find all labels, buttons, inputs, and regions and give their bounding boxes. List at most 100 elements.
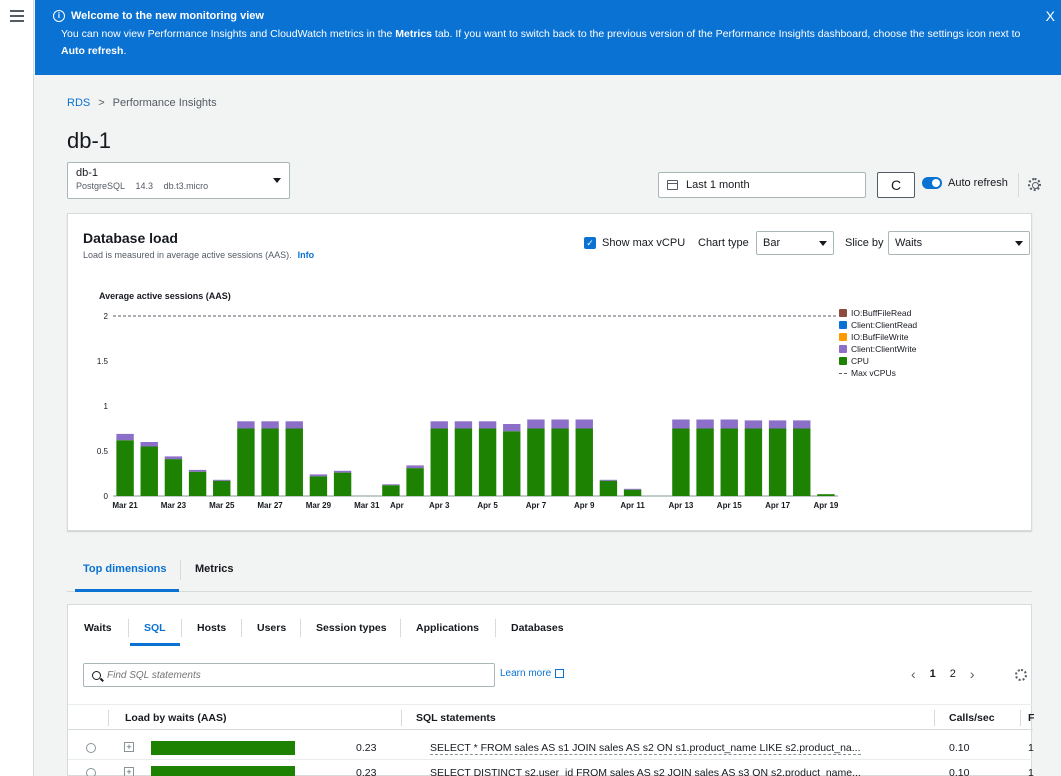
db-engine: PostgreSQL bbox=[76, 181, 126, 191]
db-version: 14.3 bbox=[135, 181, 154, 191]
prev-page-icon[interactable]: ‹ bbox=[911, 666, 916, 682]
calendar-icon bbox=[667, 180, 678, 190]
x-tick-label: Mar 23 bbox=[161, 501, 187, 510]
bar-cpu bbox=[768, 428, 787, 496]
row-radio[interactable] bbox=[86, 743, 96, 753]
bar-client-clientwrite bbox=[744, 420, 763, 429]
bar-client-clientwrite bbox=[333, 470, 352, 473]
breadcrumb: RDS > Performance Insights bbox=[67, 97, 217, 109]
header-extra[interactable]: F bbox=[1028, 712, 1034, 724]
subtab-sql[interactable]: SQL bbox=[144, 622, 166, 634]
time-range-value: Last 1 month bbox=[686, 179, 750, 191]
expand-icon[interactable]: + bbox=[124, 742, 134, 752]
legend-label: Client:ClientWrite bbox=[851, 344, 917, 354]
subtab-divider bbox=[300, 619, 301, 637]
page-1[interactable]: 1 bbox=[930, 668, 936, 680]
db-instance-meta: PostgreSQL 14.3 db.t3.micro bbox=[76, 181, 281, 191]
subtab-session-types[interactable]: Session types bbox=[316, 622, 387, 634]
breadcrumb-current: Performance Insights bbox=[112, 97, 217, 109]
legend-label: CPU bbox=[851, 356, 869, 366]
banner-message-metrics: Metrics bbox=[395, 28, 432, 40]
legend-swatch bbox=[839, 333, 847, 341]
bar-client-clientwrite bbox=[285, 421, 303, 429]
banner-title: Welcome to the new monitoring view bbox=[71, 10, 264, 22]
learn-more-link[interactable]: Learn more bbox=[500, 668, 565, 679]
menu-icon[interactable] bbox=[10, 10, 24, 22]
bar-cpu bbox=[333, 472, 352, 496]
bar-cpu bbox=[430, 428, 448, 496]
legend-swatch bbox=[839, 321, 847, 329]
y-tick-label: 2 bbox=[104, 312, 109, 321]
header-sql[interactable]: SQL statements bbox=[416, 712, 496, 724]
bar-client-clientwrite bbox=[793, 420, 811, 429]
bar-client-clientwrite bbox=[503, 424, 521, 432]
table-row[interactable]: + 0.23 SELECT DISTINCT s2.user_id FROM s… bbox=[68, 761, 1034, 776]
x-tick-label: Apr 5 bbox=[477, 501, 498, 510]
bar-cpu bbox=[309, 476, 328, 496]
y-tick-label: 1 bbox=[104, 402, 109, 411]
bar-client-clientwrite bbox=[551, 419, 569, 429]
chart-legend: IO:BuffFileRead Client:ClientRead IO:BufFi… bbox=[839, 307, 917, 379]
tab-top-dimensions[interactable]: Top dimensions bbox=[83, 563, 167, 575]
legend-dash-icon bbox=[839, 372, 847, 374]
y-tick-label: 0.5 bbox=[97, 447, 109, 456]
bar-client-clientwrite bbox=[720, 419, 738, 429]
bar-cpu bbox=[164, 459, 183, 496]
page-2[interactable]: 2 bbox=[950, 668, 956, 680]
subtab-databases[interactable]: Databases bbox=[511, 622, 564, 634]
banner-message-auto-refresh: Auto refresh bbox=[61, 45, 124, 57]
table-row[interactable]: + 0.23 SELECT * FROM sales AS s1 JOIN sa… bbox=[68, 736, 1034, 760]
sql-statement[interactable]: SELECT * FROM sales AS s1 JOIN sales AS … bbox=[430, 742, 861, 755]
close-icon[interactable]: X bbox=[1046, 8, 1055, 24]
subtab-divider bbox=[181, 619, 182, 637]
bar-cpu bbox=[527, 428, 545, 496]
bar-client-clientwrite bbox=[116, 433, 134, 441]
header-load[interactable]: Load by waits (AAS) bbox=[125, 712, 227, 724]
x-tick-label: Apr 13 bbox=[668, 501, 693, 510]
bar-cpu bbox=[382, 485, 400, 496]
banner-message-text: tab. If you want to switch back to the p… bbox=[432, 28, 1021, 40]
legend-item: Client:ClientRead bbox=[839, 319, 917, 331]
x-tick-label: Apr bbox=[390, 501, 404, 510]
breadcrumb-rds-link[interactable]: RDS bbox=[67, 97, 90, 109]
bar-cpu bbox=[696, 428, 714, 496]
next-page-icon[interactable]: › bbox=[970, 666, 975, 682]
x-tick-label: Mar 29 bbox=[306, 501, 332, 510]
bar-cpu bbox=[213, 480, 231, 496]
subtab-divider bbox=[128, 619, 129, 637]
subtab-users[interactable]: Users bbox=[257, 622, 286, 634]
column-divider bbox=[934, 710, 935, 726]
sql-statement[interactable]: SELECT DISTINCT s2.user_id FROM sales AS… bbox=[430, 767, 861, 776]
active-subtab-indicator bbox=[130, 643, 180, 646]
refresh-button[interactable]: C bbox=[877, 172, 915, 198]
info-icon: i bbox=[53, 10, 65, 22]
table-settings-gear-icon[interactable] bbox=[1015, 669, 1027, 681]
auto-refresh-toggle[interactable] bbox=[922, 177, 942, 189]
legend-label: IO:BuffFileRead bbox=[851, 308, 912, 318]
auto-refresh-control: Auto refresh bbox=[922, 177, 1008, 189]
bar-cpu bbox=[817, 494, 835, 496]
banner-title-row: i Welcome to the new monitoring view bbox=[53, 10, 1049, 22]
tab-metrics[interactable]: Metrics bbox=[195, 563, 234, 575]
subtab-hosts[interactable]: Hosts bbox=[197, 622, 226, 634]
subtab-applications[interactable]: Applications bbox=[416, 622, 479, 634]
header-calls[interactable]: Calls/sec bbox=[949, 712, 995, 724]
sql-search bbox=[83, 663, 495, 687]
bar-client-clientwrite bbox=[164, 456, 183, 460]
bar-cpu bbox=[478, 428, 497, 496]
search-input[interactable] bbox=[107, 669, 477, 681]
bar-client-clientwrite bbox=[527, 419, 545, 429]
row-radio[interactable] bbox=[86, 768, 96, 776]
load-bar bbox=[151, 741, 295, 755]
tab-divider bbox=[180, 560, 181, 580]
time-range-select[interactable]: Last 1 month bbox=[658, 172, 866, 198]
load-bar bbox=[151, 766, 295, 776]
bar-cpu bbox=[454, 428, 473, 496]
db-instance-select[interactable]: db-1 PostgreSQL 14.3 db.t3.micro bbox=[67, 162, 290, 199]
load-value: 0.23 bbox=[356, 767, 377, 776]
subtab-waits[interactable]: Waits bbox=[84, 622, 112, 634]
pagination: ‹ 1 2 › bbox=[911, 666, 975, 682]
settings-gear-icon[interactable] bbox=[1028, 178, 1041, 191]
expand-icon[interactable]: + bbox=[124, 767, 134, 776]
calls-per-sec: 0.10 bbox=[949, 767, 970, 776]
